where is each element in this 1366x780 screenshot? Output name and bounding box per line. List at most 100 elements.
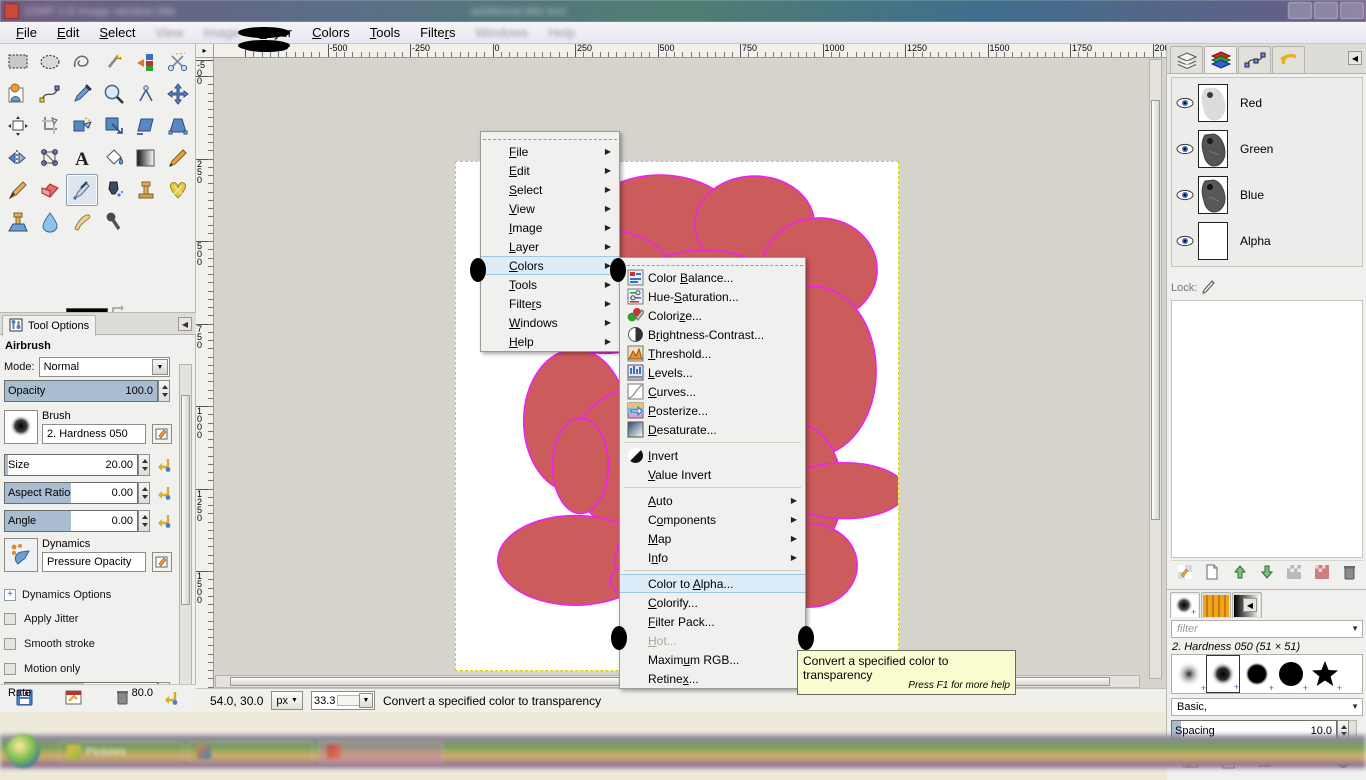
- menu-item-info[interactable]: Info ▶: [620, 548, 805, 567]
- menu-item-edit[interactable]: Edit ▶: [481, 161, 619, 180]
- chevron-down-icon[interactable]: ▼: [358, 693, 373, 708]
- channel-row[interactable]: Alpha: [1172, 218, 1362, 263]
- menu-item-color-to-alpha[interactable]: Color to Alpha...: [620, 574, 805, 593]
- taskbar-item-3[interactable]: [318, 741, 443, 763]
- tool-scale[interactable]: [98, 110, 130, 142]
- dynamics-options-row[interactable]: + Dynamics Options: [4, 584, 170, 606]
- aspect-slider[interactable]: Aspect Ratio 0.00: [4, 482, 138, 504]
- tool-rotate[interactable]: [66, 110, 98, 142]
- tab-brushes[interactable]: +: [1170, 592, 1200, 618]
- chevron-down-icon[interactable]: ▼: [1351, 702, 1359, 711]
- brush-row[interactable]: Brush 2. Hardness 050: [4, 410, 172, 450]
- motion-only-row[interactable]: Motion only: [4, 658, 170, 680]
- menu-item-colorize[interactable]: Colorize...: [620, 306, 805, 325]
- menu-item-tools[interactable]: Tools ▶: [481, 275, 619, 294]
- right-dock[interactable]: ◀ Red Green Blue Alpha Lock: + ◀ filter …: [1166, 44, 1366, 780]
- menu-item-maximum-rgb[interactable]: Maximum RGB...: [620, 650, 805, 669]
- tool-perspective-clone[interactable]: [2, 206, 34, 238]
- toolbox[interactable]: A: [0, 44, 196, 359]
- tool-zoom[interactable]: [98, 78, 130, 110]
- tool-free-select[interactable]: [66, 46, 98, 78]
- tool-options-body[interactable]: Airbrush Mode: Normal ▼ Opacity 100.0 Br…: [0, 336, 196, 711]
- aspect-row[interactable]: Aspect Ratio 0.00: [4, 482, 171, 506]
- canvas-context-menu[interactable]: File ▶ Edit ▶ Select ▶ View ▶ Image ▶ Layer ▶ Colors…: [480, 131, 620, 352]
- tool-smudge[interactable]: [66, 206, 98, 238]
- menu-item-hue-saturation[interactable]: Hue-Saturation...: [620, 287, 805, 306]
- delete-tool-preset-icon[interactable]: [114, 689, 131, 709]
- opacity-stepper[interactable]: [158, 380, 170, 402]
- tool-ellipse-select[interactable]: [34, 46, 66, 78]
- tool-select-by-color[interactable]: [130, 46, 162, 78]
- menubar-item-select[interactable]: Select: [89, 23, 145, 43]
- menu-item-colors[interactable]: Colors ▶: [481, 256, 619, 275]
- collapse-dock-icon[interactable]: ◀: [1348, 51, 1362, 65]
- tool-alignment[interactable]: [2, 110, 34, 142]
- tool-ink[interactable]: [98, 174, 130, 206]
- tool-foreground-select[interactable]: [2, 78, 34, 110]
- tool-move[interactable]: [162, 78, 194, 110]
- maximize-button[interactable]: [1314, 2, 1338, 19]
- dynamics-value[interactable]: Pressure Opacity: [42, 552, 146, 572]
- brush-preview[interactable]: [4, 410, 38, 444]
- opacity-row[interactable]: Opacity 100.0: [4, 380, 170, 404]
- menu-item-windows[interactable]: Windows ▶: [481, 313, 619, 332]
- menubar-item-filters[interactable]: Filters: [410, 23, 465, 43]
- tool-airbrush[interactable]: [66, 174, 98, 206]
- menu-item-invert[interactable]: Invert: [620, 446, 805, 465]
- tool-text[interactable]: A: [66, 142, 98, 174]
- tool-dodge-burn[interactable]: [98, 206, 130, 238]
- menu-item-colorify[interactable]: Colorify...: [620, 593, 805, 612]
- dock-tabs[interactable]: ◀: [1167, 44, 1366, 74]
- tab-layers[interactable]: [1170, 46, 1203, 73]
- tearoff-handle[interactable]: [622, 259, 803, 266]
- channel-row[interactable]: Red: [1172, 80, 1362, 125]
- channel-visibility-icon[interactable]: [1172, 235, 1198, 247]
- reset-tool-options-icon[interactable]: [163, 689, 180, 709]
- menu-item-curves[interactable]: Curves...: [620, 382, 805, 401]
- taskbar-item-2[interactable]: [188, 741, 313, 763]
- tool-blur-sharpen[interactable]: [34, 206, 66, 238]
- angle-row[interactable]: Angle 0.00: [4, 510, 171, 534]
- tool-options-scrollbar[interactable]: [179, 364, 192, 694]
- tool-options-scroll-thumb[interactable]: [181, 395, 190, 605]
- apply-jitter-checkbox[interactable]: [4, 613, 16, 625]
- motion-only-checkbox[interactable]: [4, 663, 16, 675]
- canvas-vscroll-thumb[interactable]: [1151, 100, 1160, 520]
- menu-item-color-balance[interactable]: Color Balance...: [620, 268, 805, 287]
- edit-channel-attributes-icon[interactable]: [1177, 564, 1193, 583]
- menu-item-image[interactable]: Image ▶: [481, 218, 619, 237]
- raise-channel-icon[interactable]: [1232, 564, 1248, 583]
- channel-visibility-icon[interactable]: [1172, 143, 1198, 155]
- delete-channel-icon[interactable]: [1341, 564, 1357, 583]
- channel-to-selection-icon[interactable]: [1314, 564, 1330, 583]
- menubar-item-edit[interactable]: Edit: [47, 23, 89, 43]
- menu-item-levels[interactable]: Levels...: [620, 363, 805, 382]
- minimize-button[interactable]: [1288, 2, 1312, 19]
- menu-item-filters[interactable]: Filters ▶: [481, 294, 619, 313]
- menu-item-desaturate[interactable]: Desaturate...: [620, 420, 805, 439]
- tool-gradient[interactable]: [130, 142, 162, 174]
- canvas-vertical-scrollbar[interactable]: [1149, 59, 1162, 679]
- taskbar-content[interactable]: Pictures: [0, 734, 1366, 768]
- size-row[interactable]: Size 20.00: [4, 454, 171, 478]
- tool-perspective[interactable]: [162, 110, 194, 142]
- menubar-item-help[interactable]: Help: [538, 23, 585, 43]
- tool-shear[interactable]: [130, 110, 162, 142]
- channel-buttons[interactable]: [1171, 560, 1363, 586]
- tool-grid[interactable]: A: [2, 46, 194, 238]
- new-channel-icon[interactable]: [1204, 564, 1220, 583]
- channel-visibility-icon[interactable]: [1172, 97, 1198, 109]
- brush-item-hardness-025[interactable]: +: [1172, 655, 1206, 693]
- tool-measure[interactable]: [130, 78, 162, 110]
- restore-tool-preset-icon[interactable]: [65, 689, 82, 709]
- aspect-stepper[interactable]: [138, 482, 150, 504]
- brush-filter-input[interactable]: filter ▼: [1171, 620, 1363, 638]
- menubar-item-tools[interactable]: Tools: [360, 23, 410, 43]
- tab-patterns[interactable]: [1201, 592, 1231, 618]
- angle-stepper[interactable]: [138, 510, 150, 532]
- window-controls[interactable]: [1288, 2, 1364, 19]
- brush-item-hardness-050[interactable]: +: [1206, 655, 1240, 693]
- tool-paths[interactable]: [34, 78, 66, 110]
- tool-cage-transform[interactable]: [34, 142, 66, 174]
- unit-selector[interactable]: px ▼: [271, 691, 303, 710]
